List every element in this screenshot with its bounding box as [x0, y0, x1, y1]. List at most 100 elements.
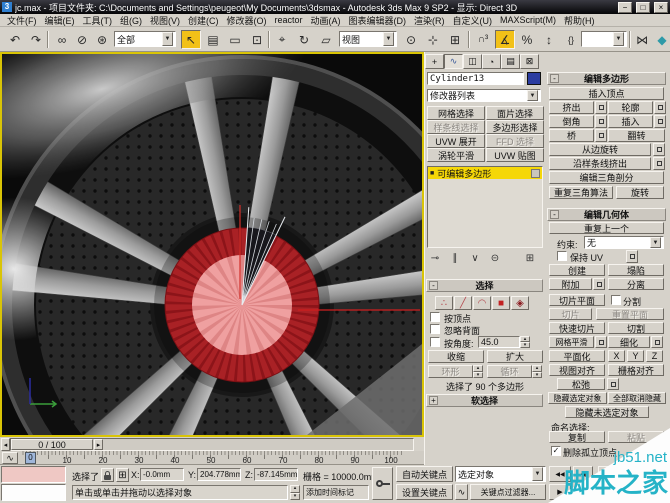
select-by-name-icon[interactable]: ▤ [203, 30, 223, 49]
by-vertex-checkbox[interactable] [430, 312, 440, 322]
tessellate-settings-button[interactable] [651, 336, 663, 348]
collapse-icon[interactable]: - [429, 281, 438, 290]
show-end-result-icon[interactable]: ∥ [447, 252, 463, 265]
edit-polygons-rollout-header[interactable]: - 编辑多边形 [547, 72, 666, 85]
collapse-icon[interactable]: - [550, 74, 559, 83]
tab-create[interactable]: + [425, 54, 444, 69]
percent-snap-icon[interactable]: % [517, 30, 537, 49]
edit-geometry-rollout-header[interactable]: - 编辑几何体 [547, 208, 666, 221]
attach-settings-button[interactable] [593, 278, 605, 290]
ffd-select-button[interactable]: FFD 选择 [486, 134, 544, 148]
stack-item-toggle-icon[interactable] [531, 169, 540, 178]
menu-modifiers[interactable]: 修改器(O) [223, 14, 271, 27]
object-name-field[interactable]: Cylinder13 [427, 72, 524, 85]
keyboard-override-icon[interactable]: ⊞ [445, 30, 465, 49]
extrude-button[interactable]: 挤出 [549, 101, 594, 114]
flip-button[interactable]: 翻转 [608, 129, 665, 142]
y-coord-field[interactable]: 204.778mm [197, 468, 241, 481]
grow-button[interactable]: 扩大 [487, 350, 543, 363]
ring-button[interactable]: 环形 [428, 365, 473, 378]
add-time-tag[interactable]: 添加时间标记 [303, 485, 369, 500]
detach-button[interactable]: 分离 [608, 278, 664, 290]
outline-button[interactable]: 轮廓 [608, 101, 653, 114]
menu-tools[interactable]: 工具(T) [79, 14, 117, 27]
tab-display[interactable]: ▤ [501, 54, 520, 69]
move-icon[interactable]: ⌖ [272, 30, 292, 49]
tab-utilities[interactable]: ⊠ [520, 54, 539, 69]
x-coord-field[interactable]: -0.0mm [140, 468, 184, 481]
tab-hierarchy[interactable]: ◫ [463, 54, 482, 69]
absolute-offset-toggle-icon[interactable]: ⊞ [116, 468, 129, 482]
edit-triangulation-button[interactable]: 编辑三角剖分 [549, 171, 664, 184]
selection-filter-dropdown[interactable]: 全部 ▼ [114, 31, 176, 47]
planar-x-button[interactable]: X [608, 350, 625, 362]
chevron-down-icon[interactable]: ▼ [383, 32, 394, 46]
unhide-all-button[interactable]: 全部取消隐藏 [608, 392, 666, 404]
chevron-down-icon[interactable]: ▼ [527, 90, 538, 101]
chevron-down-icon[interactable]: ▼ [613, 32, 624, 46]
relax-button[interactable]: 松弛 [557, 378, 605, 390]
create-button[interactable]: 创建 [549, 264, 605, 276]
tab-modify[interactable]: ∿ [444, 54, 463, 69]
relax-settings-button[interactable] [607, 378, 619, 390]
rotate-icon[interactable]: ↻ [294, 30, 314, 49]
configure-modifier-sets-icon[interactable]: ⊞ [522, 252, 538, 265]
menu-animation[interactable]: 动画(A) [307, 14, 345, 27]
inset-settings-button[interactable] [654, 115, 666, 128]
time-slider-prev-button[interactable]: ◂ [1, 438, 10, 451]
bridge-settings-button[interactable] [595, 129, 607, 142]
viewport-render[interactable] [2, 54, 422, 435]
menu-file[interactable]: 文件(F) [3, 14, 41, 27]
key-mode-dropdown[interactable]: 选定对象 ▼ [455, 466, 546, 482]
select-object-icon[interactable]: ↖ [181, 30, 201, 49]
bevel-button[interactable]: 倒角 [549, 115, 594, 128]
attach-button[interactable]: 附加 [549, 278, 592, 290]
chevron-down-icon[interactable]: ▼ [162, 32, 173, 46]
rect-selection-region-icon[interactable]: ▭ [225, 30, 245, 49]
angle-field[interactable]: 45.0 [478, 336, 520, 348]
slice-button[interactable]: 切片 [549, 308, 592, 320]
hide-selected-button[interactable]: 隐藏选定对象 [548, 392, 607, 404]
hinge-from-edge-button[interactable]: 从边旋转 [549, 143, 651, 156]
reset-plane-button[interactable]: 重置平面 [596, 308, 664, 320]
uvw-unwrap-button[interactable]: UVW 展开 [427, 134, 485, 148]
split-checkbox[interactable] [611, 295, 621, 305]
subobject-polygon-button[interactable]: ■ [492, 296, 510, 310]
extrude-spline-settings-button[interactable] [653, 157, 665, 170]
mini-curve-editor-button[interactable]: ∿ [2, 452, 18, 464]
set-keys-button[interactable] [372, 467, 393, 500]
spinner-snap-icon[interactable]: ↕ [539, 30, 559, 49]
maxscript-mini-listener-white[interactable] [1, 484, 66, 501]
loop-spinner[interactable]: ▴▾ [532, 365, 542, 378]
menu-create[interactable]: 创建(C) [184, 14, 223, 27]
minimize-button[interactable]: − [618, 2, 632, 13]
cut-button[interactable]: 切割 [608, 322, 664, 334]
maxscript-mini-listener-pink[interactable] [1, 466, 66, 483]
inset-button[interactable]: 插入 [608, 115, 653, 128]
subobject-element-button[interactable]: ◈ [511, 296, 529, 310]
selection-rollout-header[interactable]: - 选择 [426, 279, 543, 292]
modifier-list-dropdown[interactable]: 修改器列表 ▼ [427, 89, 541, 102]
window-crossing-icon[interactable]: ⊡ [247, 30, 267, 49]
collapse-icon[interactable]: - [550, 210, 559, 219]
scale-icon[interactable]: ▱ [316, 30, 336, 49]
use-center-icon[interactable]: ⊙ [401, 30, 421, 49]
soft-selection-rollout-header[interactable]: + 软选择 [426, 394, 543, 407]
menu-rendering[interactable]: 渲染(R) [410, 14, 449, 27]
maximize-button[interactable]: □ [636, 2, 650, 13]
mesh-select-button[interactable]: 网格选择 [427, 106, 485, 120]
angle-spinner[interactable]: ▴▾ [520, 336, 530, 348]
time-slider-next-button[interactable]: ▸ [94, 439, 103, 450]
msmooth-button[interactable]: 网格平滑 [549, 336, 594, 348]
spline-select-button[interactable]: 样条线选择 [427, 120, 485, 134]
insert-vertex-button[interactable]: 插入顶点 [549, 87, 664, 100]
outline-settings-button[interactable] [654, 101, 666, 114]
patch-select-button[interactable]: 面片选择 [486, 106, 544, 120]
constraints-dropdown[interactable]: 无 ▼ [584, 236, 664, 249]
mirror-icon[interactable]: ⋈ [632, 30, 652, 49]
make-planar-button[interactable]: 平面化 [549, 350, 605, 362]
prompt-spinner[interactable]: ▴▾ [290, 485, 300, 500]
select-link-icon[interactable]: ∞ [52, 30, 72, 49]
loop-button[interactable]: 循环 [487, 365, 532, 378]
unlink-icon[interactable]: ⊘ [72, 30, 92, 49]
